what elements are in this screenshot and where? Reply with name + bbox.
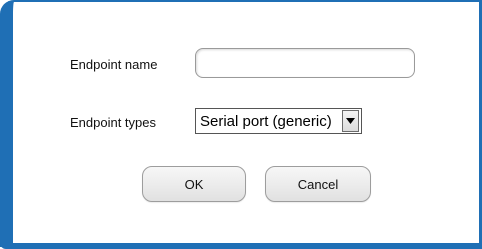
endpoint-name-label: Endpoint name <box>70 57 158 72</box>
endpoint-name-input[interactable] <box>195 48 415 78</box>
dialog-content: Endpoint name Endpoint types Serial port… <box>13 2 479 243</box>
chevron-down-icon <box>346 118 355 124</box>
dialog-frame-bottom <box>0 243 482 249</box>
endpoint-dialog: Endpoint name Endpoint types Serial port… <box>0 0 482 249</box>
dropdown-button[interactable] <box>342 110 359 132</box>
endpoint-types-selected-value: Serial port (generic) <box>200 112 332 130</box>
endpoint-types-label: Endpoint types <box>70 115 157 130</box>
ok-button[interactable]: OK <box>142 166 246 202</box>
endpoint-types-select[interactable]: Serial port (generic) <box>195 108 362 134</box>
cancel-button[interactable]: Cancel <box>265 166 371 202</box>
